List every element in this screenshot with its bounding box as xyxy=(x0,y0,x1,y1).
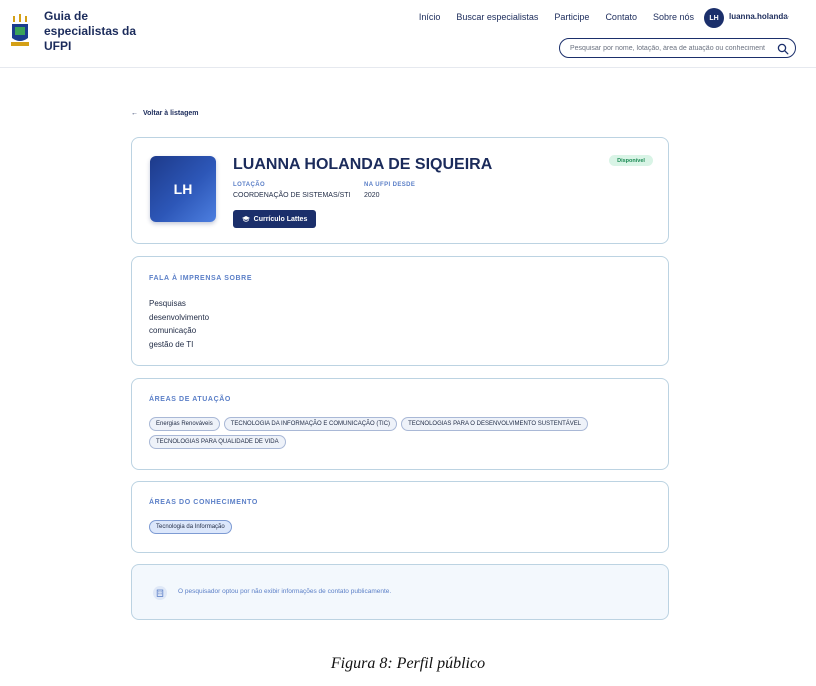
nav-participe[interactable]: Participe xyxy=(554,12,589,22)
conhecimento-chip[interactable]: Tecnologia da Informação xyxy=(149,520,232,534)
search-bar xyxy=(559,38,796,58)
profile-card: LH LUANNA HOLANDA DE SIQUEIRA LOTAÇÃO CO… xyxy=(131,137,669,244)
press-topic: Pesquisas xyxy=(149,299,186,308)
ufpi-desde-value: 2020 xyxy=(364,192,380,199)
areas-conhecimento-card: ÁREAS DO CONHECIMENTO Tecnologia da Info… xyxy=(131,481,669,553)
profile-name: LUANNA HOLANDA DE SIQUEIRA xyxy=(233,156,493,173)
areas-conhecimento-chips: Tecnologia da Informação xyxy=(149,520,649,534)
areas-atuacao-card: ÁREAS DE ATUAÇÃO Energias Renováveis TEC… xyxy=(131,378,669,470)
ufpi-logo-icon[interactable] xyxy=(10,14,30,48)
graduation-cap-icon xyxy=(241,216,250,222)
areas-atuacao-title: ÁREAS DE ATUAÇÃO xyxy=(149,396,231,403)
search-icon[interactable] xyxy=(777,43,789,55)
lotacao-label: LOTAÇÃO xyxy=(233,182,266,188)
nav-sobre-nos[interactable]: Sobre nós xyxy=(653,12,694,22)
press-section-title: FALA À IMPRENSA SOBRE xyxy=(149,275,253,282)
press-topic: desenvolvimento xyxy=(149,312,210,322)
search-input[interactable] xyxy=(570,42,765,54)
areas-conhecimento-title: ÁREAS DO CONHECIMENTO xyxy=(149,499,258,506)
press-topic: gestão de TI xyxy=(149,339,194,349)
back-to-list-link[interactable]: ← Voltar à listagem xyxy=(131,110,199,117)
nav-contato[interactable]: Contato xyxy=(605,12,637,22)
area-chip[interactable]: TECNOLOGIAS PARA O DESENVOLVIMENTO SUSTE… xyxy=(401,417,589,431)
nav-inicio[interactable]: Início xyxy=(419,12,441,22)
area-chip[interactable]: TECNOLOGIA DA INFORMAÇÃO E COMUNICAÇÃO (… xyxy=(223,417,398,431)
main-nav: Início Buscar especialistas Participe Co… xyxy=(419,12,694,22)
nav-buscar-especialistas[interactable]: Buscar especialistas xyxy=(456,12,538,22)
lotacao-value: COORDENAÇÃO DE SISTEMAS/STI xyxy=(233,192,351,199)
back-link-label: Voltar à listagem xyxy=(143,110,199,117)
areas-atuacao-chips: Energias Renováveis TECNOLOGIA DA INFORM… xyxy=(149,417,649,449)
contact-notice-card: O pesquisador optou por não exibir infor… xyxy=(131,564,669,620)
contact-notice-text: O pesquisador optou por não exibir infor… xyxy=(178,588,392,595)
ufpi-desde-label: NA UFPI DESDE xyxy=(364,182,416,188)
user-avatar[interactable]: LH xyxy=(704,8,724,28)
status-badge: Disponível xyxy=(609,155,653,166)
curriculo-lattes-button[interactable]: Currículo Lattes xyxy=(233,210,316,228)
press-topic: comunicação xyxy=(149,326,197,335)
brand-title[interactable]: Guia de especialistas da UFPI xyxy=(44,9,154,54)
figure-caption: Figura 8: Perfil público xyxy=(330,655,486,672)
username-label[interactable]: luanna.holanda xyxy=(729,12,788,21)
chevron-down-icon[interactable]: ⌄ xyxy=(784,11,791,20)
area-chip[interactable]: TECNOLOGIAS PARA QUALIDADE DE VIDA xyxy=(149,435,286,449)
arrow-left-icon: ← xyxy=(131,110,138,117)
press-topics-card: FALA À IMPRENSA SOBRE Pesquisas desenvol… xyxy=(131,256,669,366)
top-header: Guia de especialistas da UFPI Início Bus… xyxy=(0,0,816,68)
press-topics-list: Pesquisas desenvolvimento comunicação ge… xyxy=(149,297,209,351)
profile-avatar: LH xyxy=(150,156,216,222)
lattes-button-label: Currículo Lattes xyxy=(253,215,308,223)
building-icon xyxy=(153,586,167,600)
area-chip[interactable]: Energias Renováveis xyxy=(149,417,220,431)
